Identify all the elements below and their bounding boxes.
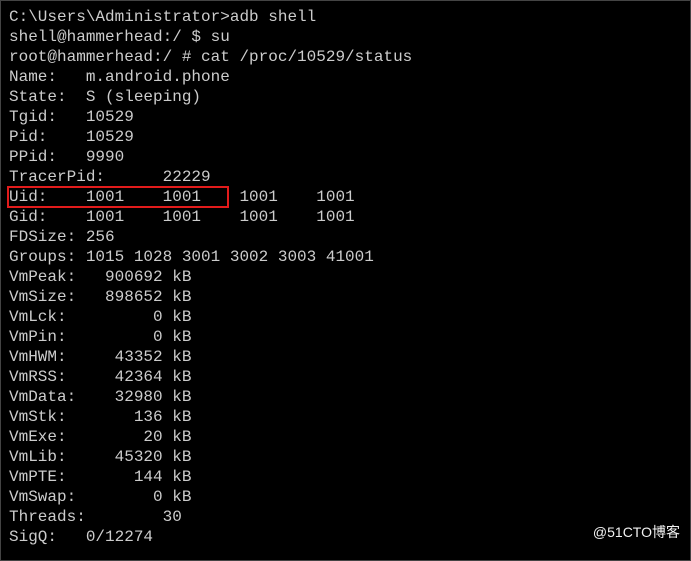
status-vmstk: VmStk: 136 kB bbox=[9, 407, 682, 427]
status-tgid: Tgid: 10529 bbox=[9, 107, 682, 127]
status-gid: Gid: 1001 1001 1001 1001 bbox=[9, 207, 682, 227]
status-vmdata: VmData: 32980 kB bbox=[9, 387, 682, 407]
prompt-shell: shell@hammerhead:/ $ bbox=[9, 28, 211, 46]
status-vmhwm: VmHWM: 43352 kB bbox=[9, 347, 682, 367]
status-fdsize: FDSize: 256 bbox=[9, 227, 682, 247]
status-vmpeak: VmPeak: 900692 kB bbox=[9, 267, 682, 287]
prompt-win: C:\Users\Administrator> bbox=[9, 8, 230, 26]
terminal-line: shell@hammerhead:/ $ su bbox=[9, 27, 682, 47]
status-vmsize: VmSize: 898652 kB bbox=[9, 287, 682, 307]
status-vmrss: VmRSS: 42364 kB bbox=[9, 367, 682, 387]
status-vmpin: VmPin: 0 kB bbox=[9, 327, 682, 347]
status-vmpte: VmPTE: 144 kB bbox=[9, 467, 682, 487]
status-tracerpid: TracerPid: 22229 bbox=[9, 167, 682, 187]
status-groups: Groups: 1015 1028 3001 3002 3003 41001 bbox=[9, 247, 682, 267]
status-vmexe: VmExe: 20 kB bbox=[9, 427, 682, 447]
prompt-root: root@hammerhead:/ # bbox=[9, 48, 201, 66]
status-pid: Pid: 10529 bbox=[9, 127, 682, 147]
status-vmlck: VmLck: 0 kB bbox=[9, 307, 682, 327]
watermark-text: @51CTO博客 bbox=[593, 522, 680, 542]
status-state: State: S (sleeping) bbox=[9, 87, 682, 107]
status-ppid: PPid: 9990 bbox=[9, 147, 682, 167]
cmd-cat-status: cat /proc/10529/status bbox=[201, 48, 412, 66]
status-threads: Threads: 30 bbox=[9, 507, 682, 527]
status-vmlib: VmLib: 45320 kB bbox=[9, 447, 682, 467]
status-sigq: SigQ: 0/12274 bbox=[9, 527, 682, 547]
status-uid: Uid: 1001 1001 1001 1001 bbox=[9, 187, 682, 207]
status-name: Name: m.android.phone bbox=[9, 67, 682, 87]
terminal-line: C:\Users\Administrator>adb shell bbox=[9, 7, 682, 27]
status-vmswap: VmSwap: 0 kB bbox=[9, 487, 682, 507]
cmd-adb-shell: adb shell bbox=[230, 8, 316, 26]
cmd-su: su bbox=[211, 28, 230, 46]
terminal-line: root@hammerhead:/ # cat /proc/10529/stat… bbox=[9, 47, 682, 67]
